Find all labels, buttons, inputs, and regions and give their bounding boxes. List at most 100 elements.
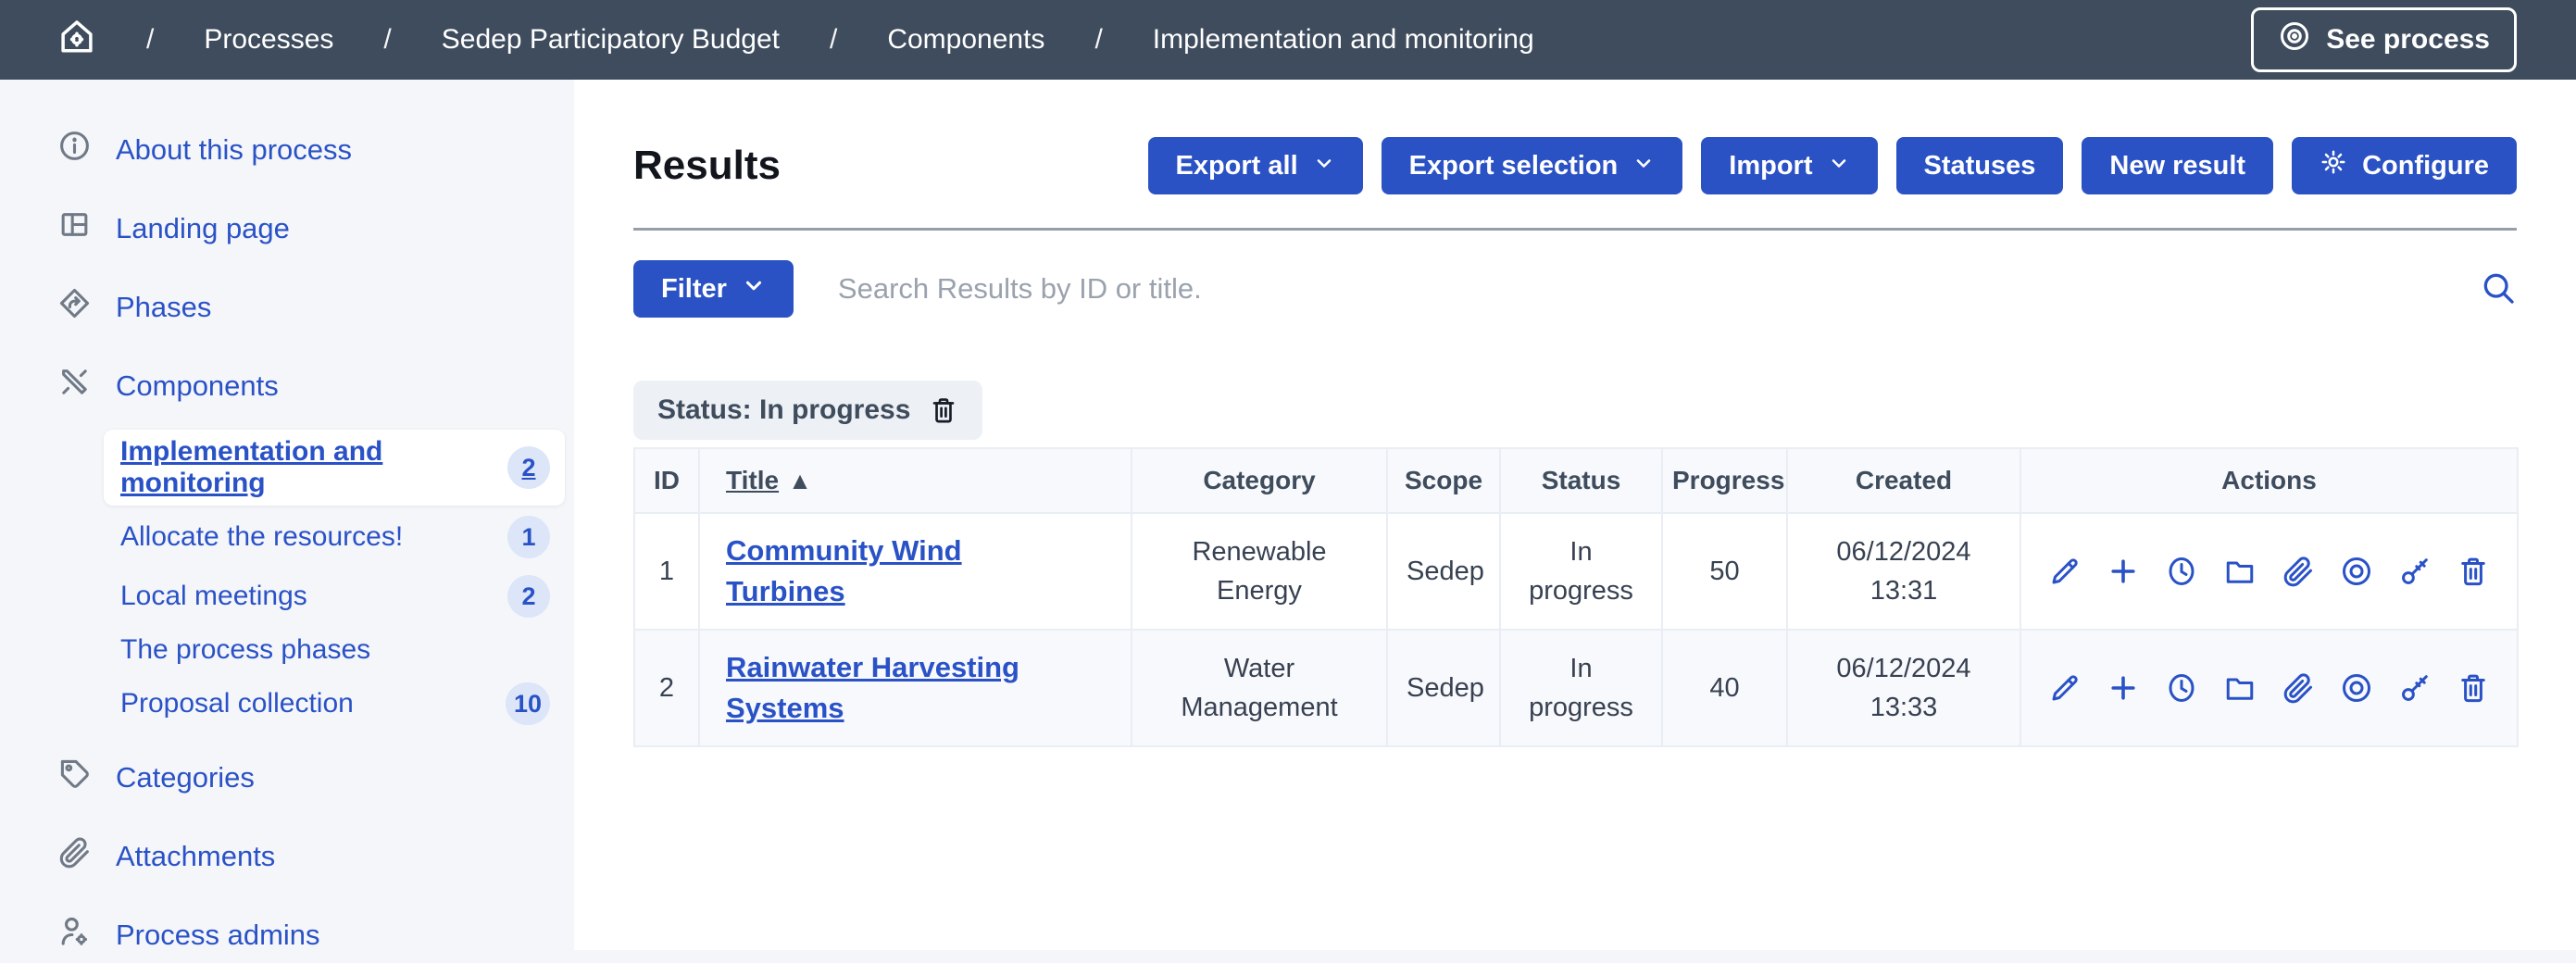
cell-id: 2 [634, 630, 699, 746]
sidebar-item-label: Categories [116, 761, 255, 794]
header-status: Status [1500, 448, 1662, 513]
breadcrumb-home-link[interactable] [57, 17, 96, 63]
sidebar-subitem-implementation-and-monitoring[interactable]: Implementation and monitoring 2 [104, 430, 565, 506]
gear-icon [2320, 148, 2347, 183]
folder-icon[interactable] [2223, 671, 2257, 705]
result-title-link[interactable]: Rainwater Harvesting Systems [726, 651, 1019, 724]
folder-icon[interactable] [2223, 555, 2257, 588]
table-header-row: ID Title▲ Category Scope Status Progress… [634, 448, 2518, 513]
table-row: 1 Community Wind Turbines Renewable Ener… [634, 513, 2518, 630]
sidebar-item-phases[interactable]: Phases [0, 272, 574, 342]
active-filters: Status: In progress [633, 381, 2517, 440]
info-icon [57, 129, 92, 170]
new-result-button[interactable]: New result [2082, 137, 2273, 194]
preview-icon[interactable] [2340, 671, 2373, 705]
search-input[interactable] [836, 271, 2437, 306]
admin-topbar: / Processes / Sedep Participatory Budget… [0, 0, 2576, 80]
import-label: Import [1729, 151, 1812, 181]
header-created: Created [1787, 448, 2020, 513]
layout-icon [57, 207, 92, 249]
new-result-label: New result [2109, 151, 2245, 181]
count-badge: 10 [506, 682, 550, 725]
sidebar-item-categories[interactable]: Categories [0, 743, 574, 812]
delete-trash-icon[interactable] [2457, 555, 2490, 588]
cell-actions [2020, 513, 2518, 630]
home-gear-icon [57, 17, 96, 63]
preview-icon[interactable] [2340, 555, 2373, 588]
results-toolbar: Export all Export selection Import Statu… [1148, 137, 2518, 194]
breadcrumb-current-page: Implementation and monitoring [1153, 24, 1534, 56]
cell-category: Water Management [1132, 630, 1387, 746]
import-button[interactable]: Import [1701, 137, 1877, 194]
sidebar-item-components[interactable]: Components [0, 351, 574, 420]
sidebar-item-label: Landing page [116, 212, 290, 245]
export-selection-label: Export selection [1409, 151, 1619, 181]
plus-icon[interactable] [2107, 671, 2140, 705]
sidebar-item-label: Phases [116, 291, 211, 324]
cell-actions [2020, 630, 2518, 746]
history-icon[interactable] [2165, 555, 2198, 588]
sidebar-item-landing-page[interactable]: Landing page [0, 194, 574, 263]
sidebar-item-attachments[interactable]: Attachments [0, 821, 574, 891]
result-title-link[interactable]: Community Wind Turbines [726, 534, 962, 607]
export-selection-button[interactable]: Export selection [1382, 137, 1683, 194]
cell-scope: Sedep [1387, 513, 1500, 630]
subitem-label: Local meetings [120, 581, 307, 612]
count-badge: 1 [507, 516, 550, 558]
header-title: Title▲ [699, 448, 1132, 513]
sidebar-item-process-admins[interactable]: Process admins [0, 900, 574, 950]
count-badge: 2 [507, 446, 550, 489]
breadcrumb-process-name[interactable]: Sedep Participatory Budget [442, 24, 780, 56]
attachment-icon[interactable] [2282, 671, 2315, 705]
search-icon [2480, 269, 2517, 309]
cell-created: 06/12/2024 13:33 [1787, 630, 2020, 746]
header-category: Category [1132, 448, 1387, 513]
sidebar-subitem-the-process-phases[interactable]: The process phases [104, 628, 565, 672]
sidebar-item-about[interactable]: About this process [0, 115, 574, 184]
configure-button[interactable]: Configure [2292, 137, 2517, 194]
delete-trash-icon[interactable] [2457, 671, 2490, 705]
sort-by-title-link[interactable]: Title▲ [726, 466, 812, 494]
see-process-label: See process [2326, 24, 2490, 56]
sidebar-item-label: About this process [116, 133, 352, 167]
user-gear-icon [57, 914, 92, 950]
tools-icon [57, 365, 92, 406]
header-id: ID [634, 448, 699, 513]
components-sub-list: Implementation and monitoring 2 Allocate… [104, 430, 565, 732]
phases-icon [57, 286, 92, 328]
cell-id: 1 [634, 513, 699, 630]
filter-button[interactable]: Filter [633, 260, 794, 318]
chevron-down-icon [1632, 151, 1655, 181]
chevron-down-icon [1828, 151, 1850, 181]
history-icon[interactable] [2165, 671, 2198, 705]
breadcrumb-components[interactable]: Components [887, 24, 1044, 56]
cell-category: Renewable Energy [1132, 513, 1387, 630]
filter-bar: Filter [633, 260, 2517, 318]
remove-filter-trash-icon[interactable] [929, 395, 958, 425]
cell-scope: Sedep [1387, 630, 1500, 746]
statuses-button[interactable]: Statuses [1896, 137, 2064, 194]
export-all-label: Export all [1176, 151, 1298, 181]
header-progress: Progress [1662, 448, 1787, 513]
status-filter-label: Status: In progress [657, 394, 910, 426]
search-button[interactable] [2480, 269, 2517, 309]
see-process-button[interactable]: See process [2251, 7, 2517, 72]
breadcrumb-processes[interactable]: Processes [204, 24, 333, 56]
sidebar-subitem-proposal-collection[interactable]: Proposal collection 10 [104, 676, 565, 732]
table-row: 2 Rainwater Harvesting Systems Water Man… [634, 630, 2518, 746]
export-all-button[interactable]: Export all [1148, 137, 1363, 194]
edit-icon[interactable] [2048, 555, 2082, 588]
permissions-key-icon[interactable] [2398, 555, 2432, 588]
cell-status: In progress [1500, 630, 1662, 746]
plus-icon[interactable] [2107, 555, 2140, 588]
breadcrumb-separator: / [146, 24, 154, 56]
results-header: Results Export all Export selection Impo… [633, 80, 2517, 231]
subitem-label: Allocate the resources! [120, 521, 403, 553]
permissions-key-icon[interactable] [2398, 671, 2432, 705]
count-badge: 2 [507, 575, 550, 618]
sidebar-subitem-allocate-the-resources[interactable]: Allocate the resources! 1 [104, 509, 565, 565]
sidebar-subitem-local-meetings[interactable]: Local meetings 2 [104, 569, 565, 624]
sidebar-item-label: Process admins [116, 919, 320, 951]
attachment-icon[interactable] [2282, 555, 2315, 588]
edit-icon[interactable] [2048, 671, 2082, 705]
